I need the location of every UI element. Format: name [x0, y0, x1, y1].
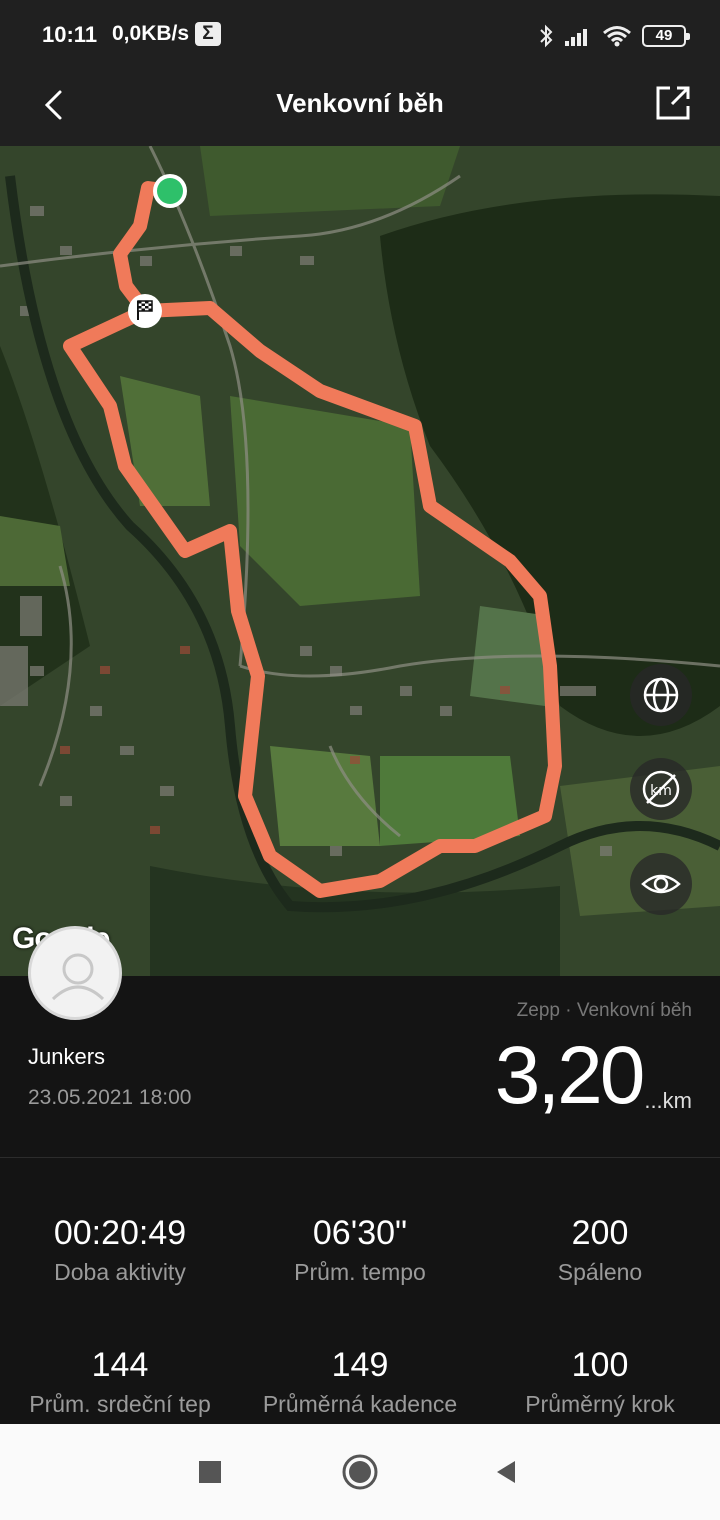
- wifi-icon: [603, 26, 631, 47]
- km-markers-toggle[interactable]: km: [630, 758, 692, 820]
- stat-value: 06'30": [312, 1214, 408, 1252]
- stat-calories: 200 Spáleno: [480, 1214, 720, 1286]
- stat-heart-rate: 144 Prům. srdeční tep: [0, 1346, 240, 1418]
- activity-date: 23.05.2021 18:00: [28, 1086, 192, 1109]
- stat-value: 200: [571, 1214, 629, 1252]
- distance-value: 3,20: [494, 1030, 646, 1121]
- stat-label: Průměrná kadence: [262, 1391, 458, 1417]
- km-off-icon: km: [642, 770, 680, 808]
- share-icon: [656, 86, 690, 120]
- stat-value: 00:20:49: [53, 1214, 187, 1252]
- stat-value: 149: [331, 1346, 389, 1384]
- battery-icon: 49: [642, 25, 690, 47]
- stat-label: Prům. srdeční tep: [29, 1391, 211, 1417]
- finish-flag-icon: [128, 294, 162, 328]
- square-icon: [199, 1461, 221, 1483]
- page-title: Venkovní běh: [276, 88, 444, 118]
- globe-icon: [643, 677, 679, 713]
- share-button[interactable]: [650, 80, 696, 126]
- map-layer-button[interactable]: [630, 664, 692, 726]
- signal-icon: [565, 29, 587, 46]
- avatar[interactable]: [28, 926, 122, 1020]
- status-bar: 10:11 0,0KB/s Σ 49: [0, 0, 720, 70]
- activity-source: Zepp · Venkovní běh: [516, 1000, 692, 1021]
- stat-label: Doba aktivity: [54, 1259, 186, 1285]
- user-name: Junkers: [28, 1044, 106, 1069]
- system-nav-bar: [0, 1424, 720, 1520]
- app-bar: Venkovní běh: [0, 70, 720, 146]
- distance-unit: ...km: [644, 1088, 692, 1113]
- stat-value: 100: [571, 1346, 629, 1384]
- status-icons: 49: [538, 22, 690, 50]
- stats-grid: 00:20:49 Doba aktivity 06'30" Prům. temp…: [0, 1158, 720, 1424]
- home-button[interactable]: [340, 1452, 380, 1492]
- eye-icon: [641, 874, 681, 894]
- sigma-icon: Σ: [195, 22, 221, 46]
- stat-cadence: 149 Průměrná kadence: [240, 1346, 480, 1418]
- back-nav-button[interactable]: [486, 1452, 526, 1492]
- circle-icon: [342, 1454, 378, 1490]
- stat-pace: 06'30" Prům. tempo: [240, 1214, 480, 1286]
- distance: 3,20 ...km: [495, 1030, 692, 1122]
- stat-label: Průměrný krok: [525, 1391, 675, 1417]
- network-speed: 0,0KB/s: [112, 22, 190, 45]
- stat-label: Prům. tempo: [294, 1259, 426, 1285]
- bluetooth-icon: [540, 24, 553, 48]
- start-marker-icon: [153, 174, 187, 208]
- visibility-toggle[interactable]: [630, 853, 692, 915]
- recents-button[interactable]: [190, 1452, 230, 1492]
- satellite-map: [0, 146, 720, 976]
- stat-label: Spáleno: [557, 1259, 643, 1285]
- status-time: 10:11: [42, 22, 98, 47]
- route-map[interactable]: km: [0, 146, 720, 976]
- stat-value: 144: [91, 1346, 149, 1384]
- stat-duration: 00:20:49 Doba aktivity: [0, 1214, 240, 1286]
- triangle-back-icon: [497, 1461, 515, 1483]
- stat-stride: 100 Průměrný krok: [480, 1346, 720, 1418]
